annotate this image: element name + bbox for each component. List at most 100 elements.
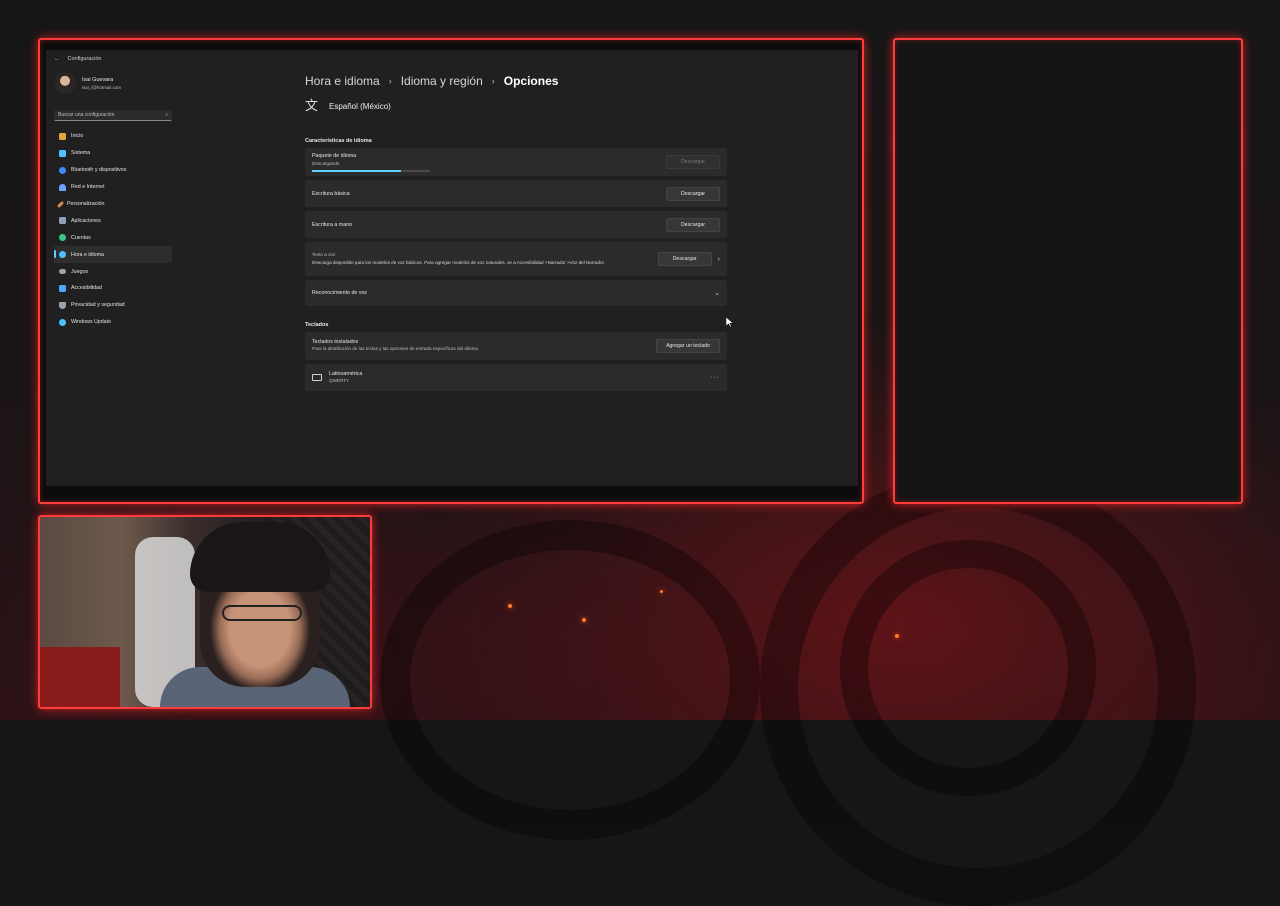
breadcrumb-separator: › xyxy=(491,76,495,86)
progress-fill xyxy=(312,170,401,172)
sidebar-item-label: Windows Update xyxy=(71,319,112,326)
sidebar-item-label: Accesibilidad xyxy=(71,285,102,292)
ember-particle xyxy=(660,590,663,593)
brush-icon xyxy=(56,200,65,208)
chevron-down-icon[interactable]: ⌄ xyxy=(714,289,720,297)
search-input[interactable]: Buscar una configuración ⌕ xyxy=(54,110,172,121)
sidebar-item-sistema[interactable]: Sistema xyxy=(54,145,172,162)
language-name: Español (México) xyxy=(329,101,391,111)
sidebar-nav: Inicio Sistema Bluetooth y dispositivos … xyxy=(54,128,172,331)
bluetooth-icon xyxy=(59,166,66,174)
download-button[interactable]: Descargar xyxy=(666,217,720,232)
sidebar-item-aplicaciones[interactable]: Aplicaciones xyxy=(54,212,172,229)
settings-window: ← Configuración Isai Guevara isai_l@hotm… xyxy=(46,50,858,486)
card-label: Escritura a mano xyxy=(312,221,353,228)
sidebar-item-label: Hora e idioma xyxy=(71,251,104,258)
red-blanket xyxy=(40,647,120,707)
language-header: 文 Español (México) xyxy=(305,98,391,114)
sidebar-item-label: Personalización xyxy=(67,201,105,207)
sidebar-item-label: Inicio xyxy=(71,133,84,140)
card-label: Escritura básica xyxy=(312,190,350,197)
sidebar-item-label: Bluetooth y dispositivos xyxy=(71,167,127,174)
system-icon xyxy=(59,149,66,157)
background-swirl xyxy=(840,540,1096,796)
profile-email: isai_l@hotmail.com xyxy=(82,84,122,90)
shield-icon xyxy=(59,301,66,309)
ember-particle xyxy=(895,634,899,638)
apps-icon xyxy=(59,217,66,225)
breadcrumb: Hora e idioma › Idioma y región › Opcion… xyxy=(305,74,558,88)
card-label: Teclados instalados xyxy=(312,339,359,346)
chevron-right-icon[interactable]: › xyxy=(718,256,720,263)
sidebar-item-juegos[interactable]: Juegos xyxy=(54,263,172,280)
card-description: Descarga disponible para los modelos de … xyxy=(312,259,605,265)
background-swirl xyxy=(380,520,760,840)
keyboard-icon xyxy=(312,374,322,381)
sidebar-item-label: Aplicaciones xyxy=(71,217,101,224)
speech-recognition-card[interactable]: Reconocimiento de voz ⌄ xyxy=(305,280,727,306)
update-icon xyxy=(59,318,66,326)
search-icon: ⌕ xyxy=(165,112,168,118)
sidebar-item-bluetooth[interactable]: Bluetooth y dispositivos xyxy=(54,162,172,179)
card-label: Paquete de idioma xyxy=(312,152,357,159)
sidebar-item-label: Sistema xyxy=(71,150,91,157)
download-button[interactable]: Descargar xyxy=(666,155,720,169)
section-title: Características de idioma xyxy=(305,138,372,144)
person-hair xyxy=(190,522,330,592)
accessibility-icon xyxy=(59,284,66,292)
screen-capture-frame: ← Configuración Isai Guevara isai_l@hotm… xyxy=(38,38,864,504)
download-button[interactable]: Descargar xyxy=(657,252,712,266)
section-title: Teclados xyxy=(305,322,329,328)
installed-keyboards-card: Teclados instalados Para la distribución… xyxy=(305,332,727,360)
download-button[interactable]: Descargar xyxy=(666,186,720,201)
add-keyboard-button[interactable]: Agregar un teclado xyxy=(656,339,720,353)
sidebar-item-red[interactable]: Red e Internet xyxy=(54,179,172,196)
sidebar-item-hora-idioma[interactable]: Hora e idioma xyxy=(54,246,172,264)
ember-particle xyxy=(582,618,586,622)
search-placeholder: Buscar una configuración xyxy=(58,112,115,118)
card-label: Reconocimiento de voz xyxy=(312,290,368,296)
window-title: Configuración xyxy=(67,56,102,62)
ember-particle xyxy=(508,604,512,608)
side-panel-frame xyxy=(893,38,1243,504)
handwriting-card: Escritura a mano Descargar xyxy=(305,211,727,238)
language-pack-card: Paquete de idioma Descargando Descargar xyxy=(305,148,727,176)
sidebar-item-inicio[interactable]: Inicio xyxy=(54,128,172,145)
card-status: Descargando xyxy=(312,160,340,166)
avatar xyxy=(54,72,76,94)
sidebar-item-label: Cuentas xyxy=(71,234,91,241)
sidebar-item-personalizacion[interactable]: Personalización xyxy=(54,196,172,213)
keyboard-layout: QWERTY xyxy=(329,377,350,383)
download-progress-bar xyxy=(312,170,430,172)
page-title: Opciones xyxy=(503,74,559,88)
user-profile[interactable]: Isai Guevara isai_l@hotmail.com xyxy=(54,72,121,94)
back-arrow-icon[interactable]: ← xyxy=(54,56,60,62)
more-options-icon[interactable]: ··· xyxy=(710,374,720,381)
sidebar-item-accesibilidad[interactable]: Accesibilidad xyxy=(54,280,172,297)
wifi-icon xyxy=(59,183,66,191)
sidebar-item-label: Juegos xyxy=(71,268,89,275)
sidebar-item-cuentas[interactable]: Cuentas xyxy=(54,229,172,246)
clock-globe-icon xyxy=(59,251,66,259)
title-bar: ← Configuración xyxy=(54,56,101,62)
breadcrumb-separator: › xyxy=(388,76,392,86)
sidebar-item-label: Red e Internet xyxy=(71,184,105,191)
webcam-frame xyxy=(38,515,372,709)
profile-name: Isai Guevara xyxy=(82,76,114,83)
keyboard-item: Latinoamérica QWERTY ··· xyxy=(305,364,727,391)
home-icon xyxy=(59,132,66,140)
language-icon: 文 xyxy=(305,98,319,113)
glasses-icon xyxy=(222,605,302,621)
breadcrumb-item[interactable]: Idioma y región xyxy=(401,74,483,88)
keyboard-name: Latinoamérica xyxy=(329,370,363,377)
text-to-speech-card: Texto a voz Descarga disponible para los… xyxy=(305,242,727,276)
card-label: Texto a voz xyxy=(312,252,336,257)
sidebar-item-privacidad[interactable]: Privacidad y seguridad xyxy=(54,297,172,314)
basic-typing-card: Escritura básica Descargar xyxy=(305,180,727,207)
sidebar-item-windows-update[interactable]: Windows Update xyxy=(54,314,172,331)
breadcrumb-item[interactable]: Hora e idioma xyxy=(305,74,380,88)
gamepad-icon xyxy=(59,269,66,275)
sidebar-item-label: Privacidad y seguridad xyxy=(71,302,125,309)
card-description: Para la distribución de las teclas y las… xyxy=(312,346,478,352)
account-icon xyxy=(59,234,66,242)
